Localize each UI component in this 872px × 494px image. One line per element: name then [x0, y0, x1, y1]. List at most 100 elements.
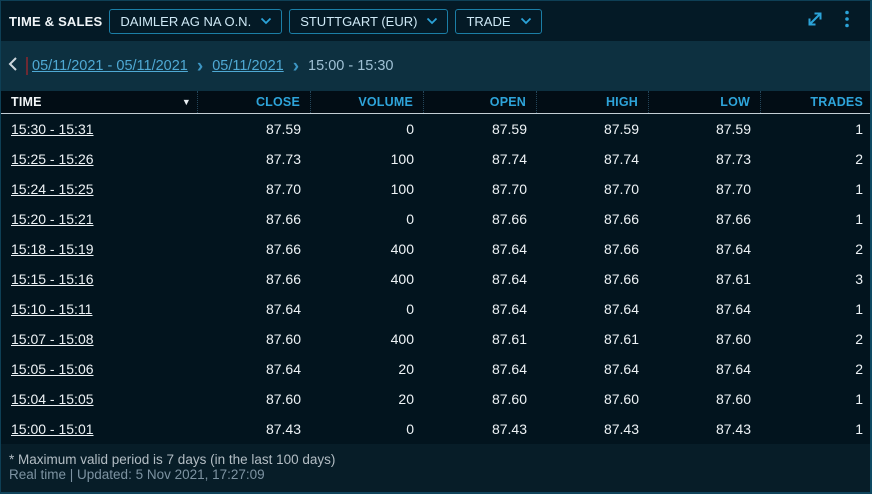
cell-volume: 400 [311, 324, 424, 354]
time-range-link[interactable]: 15:00 - 15:01 [1, 414, 198, 444]
menu-button[interactable] [834, 8, 860, 34]
cell-high: 87.64 [537, 294, 649, 324]
cell-volume: 100 [311, 174, 424, 204]
breadcrumb-current-range: 15:00 - 15:30 [308, 58, 393, 74]
widget-title: TIME & SALES [9, 14, 102, 29]
cell-low: 87.73 [649, 144, 761, 174]
column-header-volume[interactable]: VOLUME [311, 91, 424, 113]
cell-close: 87.60 [198, 324, 311, 354]
cell-trades: 1 [761, 174, 872, 204]
cell-low: 87.64 [649, 234, 761, 264]
kebab-menu-icon [844, 9, 850, 34]
cell-volume: 0 [311, 204, 424, 234]
breadcrumb-period-link[interactable]: 05/11/2021 - 05/11/2021 [32, 58, 188, 74]
table-row: 15:07 - 15:0887.6040087.6187.6187.602 [1, 324, 870, 354]
column-header-close[interactable]: CLOSE [198, 91, 311, 113]
exchange-dropdown[interactable]: STUTTGART (EUR) [289, 9, 448, 34]
table-row: 15:30 - 15:3187.59087.5987.5987.591 [1, 114, 870, 144]
trade-type-dropdown[interactable]: TRADE [455, 9, 541, 34]
cell-volume: 400 [311, 264, 424, 294]
time-and-sales-widget: TIME & SALES DAIMLER AG NA O.N. STUTTGAR… [0, 0, 872, 494]
cell-low: 87.70 [649, 174, 761, 204]
time-range-link[interactable]: 15:15 - 15:16 [1, 264, 198, 294]
column-header-label: VOLUME [358, 95, 413, 109]
breadcrumb-date-link[interactable]: 05/11/2021 [212, 58, 284, 74]
table-row: 15:20 - 15:2187.66087.6687.6687.661 [1, 204, 870, 234]
cell-volume: 0 [311, 294, 424, 324]
cell-high: 87.66 [537, 264, 649, 294]
cell-close: 87.64 [198, 294, 311, 324]
expand-button[interactable] [802, 8, 828, 34]
time-range-link[interactable]: 15:10 - 15:11 [1, 294, 198, 324]
footer: * Maximum valid period is 7 days (in the… [1, 444, 870, 492]
cell-close: 87.73 [198, 144, 311, 174]
cell-close: 87.70 [198, 174, 311, 204]
table-row: 15:05 - 15:0687.642087.6487.6487.642 [1, 354, 870, 384]
cell-volume: 400 [311, 234, 424, 264]
back-button[interactable] [7, 56, 18, 76]
cell-volume: 100 [311, 144, 424, 174]
exchange-dropdown-value: STUTTGART (EUR) [300, 14, 417, 29]
cell-open: 87.61 [424, 324, 537, 354]
cell-close: 87.60 [198, 384, 311, 414]
cell-close: 87.66 [198, 234, 311, 264]
column-header-high[interactable]: HIGH [537, 91, 649, 113]
breadcrumb: 05/11/2021 - 05/11/2021 › 05/11/2021 › 1… [1, 41, 870, 91]
chevron-right-icon: › [197, 57, 203, 76]
title-bar: TIME & SALES DAIMLER AG NA O.N. STUTTGAR… [1, 1, 870, 41]
cell-high: 87.74 [537, 144, 649, 174]
footer-status: Real time | Updated: 5 Nov 2021, 17:27:0… [9, 467, 862, 482]
sort-descending-icon: ▼ [182, 98, 191, 107]
instrument-dropdown[interactable]: DAIMLER AG NA O.N. [109, 9, 282, 34]
time-range-link[interactable]: 15:07 - 15:08 [1, 324, 198, 354]
cell-open: 87.74 [424, 144, 537, 174]
table-row: 15:10 - 15:1187.64087.6487.6487.641 [1, 294, 870, 324]
table-row: 15:18 - 15:1987.6640087.6487.6687.642 [1, 234, 870, 264]
cell-open: 87.70 [424, 174, 537, 204]
cell-open: 87.66 [424, 204, 537, 234]
column-header-time[interactable]: TIME ▼ [1, 91, 198, 113]
cell-high: 87.70 [537, 174, 649, 204]
cursor-bar [26, 57, 28, 75]
time-range-link[interactable]: 15:18 - 15:19 [1, 234, 198, 264]
cell-trades: 1 [761, 204, 872, 234]
chevron-down-icon [426, 17, 438, 25]
cell-close: 87.59 [198, 114, 311, 144]
cell-low: 87.60 [649, 384, 761, 414]
table-header: TIME ▼ CLOSE VOLUME OPEN HIGH LOW TRADES [1, 91, 870, 114]
cell-trades: 2 [761, 324, 872, 354]
column-header-label: TRADES [810, 95, 863, 109]
time-range-link[interactable]: 15:30 - 15:31 [1, 114, 198, 144]
time-range-link[interactable]: 15:05 - 15:06 [1, 354, 198, 384]
cell-open: 87.60 [424, 384, 537, 414]
cell-volume: 0 [311, 114, 424, 144]
column-header-label: CLOSE [256, 95, 300, 109]
column-header-label: HIGH [606, 95, 638, 109]
time-range-link[interactable]: 15:24 - 15:25 [1, 174, 198, 204]
chevron-down-icon [520, 17, 532, 25]
trade-type-dropdown-value: TRADE [466, 14, 510, 29]
column-header-label: OPEN [490, 95, 526, 109]
column-header-trades[interactable]: TRADES [761, 91, 872, 113]
cell-volume: 20 [311, 384, 424, 414]
table-body: 15:30 - 15:3187.59087.5987.5987.59115:25… [1, 114, 870, 444]
cell-trades: 1 [761, 414, 872, 444]
table-row: 15:00 - 15:0187.43087.4387.4387.431 [1, 414, 870, 444]
cell-trades: 3 [761, 264, 872, 294]
time-range-link[interactable]: 15:20 - 15:21 [1, 204, 198, 234]
cell-volume: 20 [311, 354, 424, 384]
column-header-open[interactable]: OPEN [424, 91, 537, 113]
cell-open: 87.59 [424, 114, 537, 144]
cell-open: 87.43 [424, 414, 537, 444]
column-header-low[interactable]: LOW [649, 91, 761, 113]
cell-high: 87.60 [537, 384, 649, 414]
time-range-link[interactable]: 15:04 - 15:05 [1, 384, 198, 414]
cell-close: 87.66 [198, 264, 311, 294]
chevron-down-icon [260, 17, 272, 25]
time-range-link[interactable]: 15:25 - 15:26 [1, 144, 198, 174]
table-row: 15:25 - 15:2687.7310087.7487.7487.732 [1, 144, 870, 174]
cell-close: 87.66 [198, 204, 311, 234]
cell-high: 87.66 [537, 234, 649, 264]
table-row: 15:04 - 15:0587.602087.6087.6087.601 [1, 384, 870, 414]
cell-low: 87.64 [649, 354, 761, 384]
